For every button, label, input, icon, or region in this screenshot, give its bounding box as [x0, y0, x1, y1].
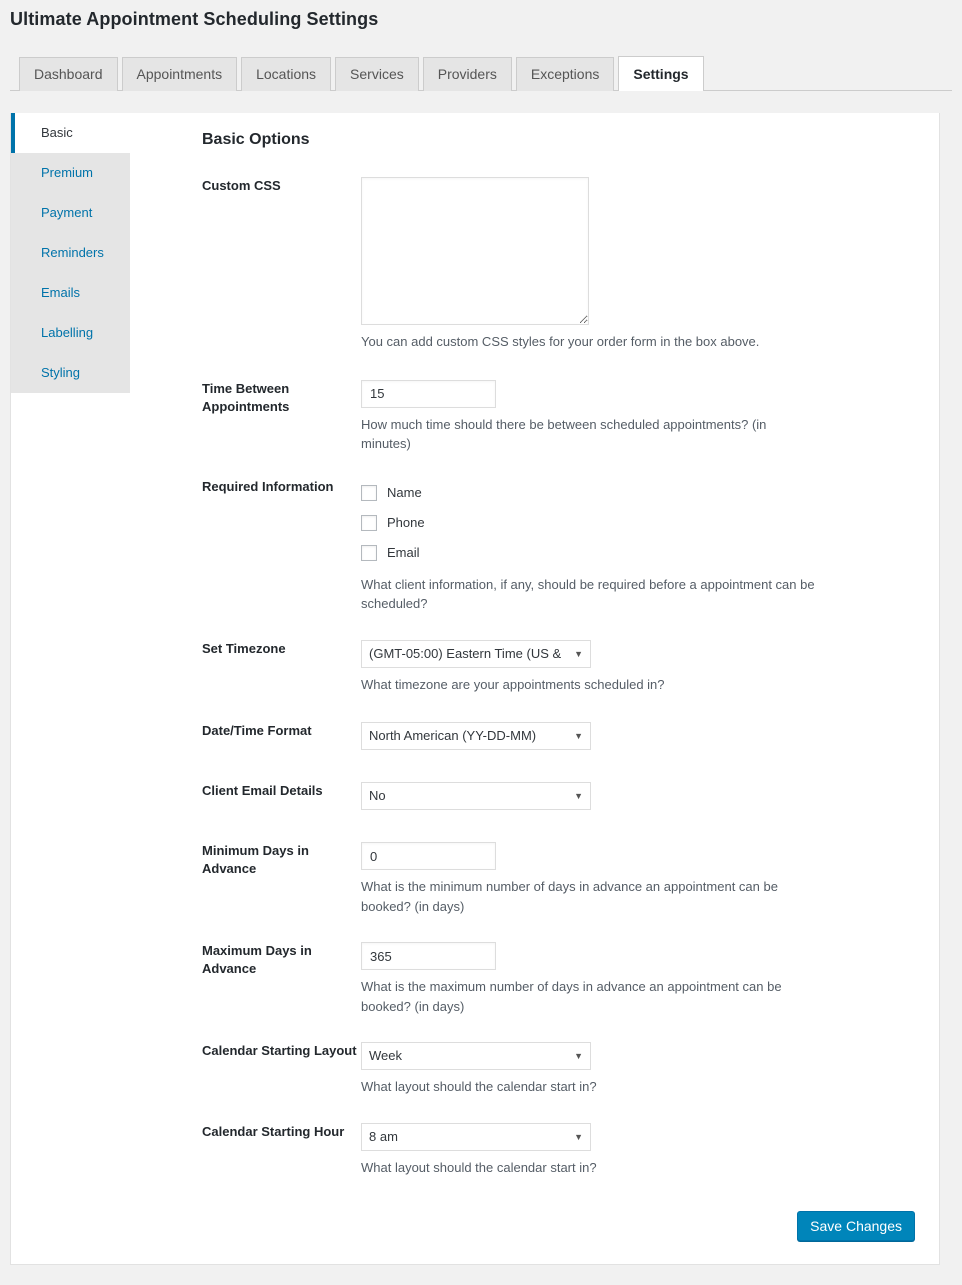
label-time-between: Time Between Appointments — [202, 380, 290, 414]
checkbox-row-name[interactable]: Name — [361, 478, 909, 508]
label-calendar-hour: Calendar Starting Hour — [202, 1123, 345, 1139]
save-changes-button[interactable]: Save Changes — [797, 1211, 915, 1241]
calendar-hour-value: 8 am — [369, 1128, 398, 1144]
checkbox-name[interactable] — [361, 484, 377, 501]
field-row-custom-css: Custom CSS You can add custom CSS styles… — [131, 177, 939, 352]
minimum-days-input[interactable] — [361, 842, 496, 870]
tab-settings[interactable]: Settings — [618, 56, 704, 91]
field-row-client-email-details: Client Email Details No ▼ — [131, 782, 939, 810]
field-row-set-timezone: Set Timezone (GMT-05:00) Eastern Time (U… — [131, 639, 939, 695]
basic-options-form: Custom CSS You can add custom CSS styles… — [131, 173, 939, 1177]
desc-calendar-hour: What layout should the calendar start in… — [361, 1159, 597, 1175]
checkbox-label-email: Email — [387, 545, 420, 560]
chevron-down-icon: ▼ — [574, 1051, 583, 1061]
field-row-calendar-layout: Calendar Starting Layout Week ▼ What lay… — [131, 1042, 939, 1097]
label-maximum-days: Maximum Days in Advance — [202, 943, 312, 977]
tab-providers[interactable]: Providers — [422, 57, 512, 91]
chevron-down-icon: ▼ — [574, 648, 583, 659]
desc-time-between: How much time should there be between sc… — [361, 416, 767, 452]
tab-locations[interactable]: Locations — [241, 57, 332, 91]
chevron-down-icon: ▼ — [574, 791, 583, 801]
field-row-maximum-days: Maximum Days in Advance What is the maxi… — [131, 942, 939, 1016]
sidebar-item-emails[interactable]: Emails — [11, 273, 130, 313]
checkbox-email[interactable] — [361, 544, 377, 561]
calendar-hour-select[interactable]: 8 am ▼ — [361, 1122, 591, 1151]
checkbox-phone[interactable] — [361, 514, 377, 531]
section-title: Basic Options — [202, 131, 310, 148]
client-email-details-select[interactable]: No ▼ — [361, 782, 591, 810]
chevron-down-icon: ▼ — [574, 1131, 583, 1142]
label-required-information: Required Information — [202, 478, 334, 494]
settings-sidebar: Basic Premium Payment Reminders Emails L… — [11, 113, 130, 393]
sidebar-item-styling[interactable]: Styling — [11, 353, 130, 393]
tab-services[interactable]: Services — [335, 57, 419, 91]
checkbox-row-email[interactable]: Email — [361, 538, 909, 568]
desc-minimum-days: What is the minimum number of days in ad… — [361, 879, 778, 914]
save-button-container: Save Changes — [797, 1211, 915, 1241]
sidebar-item-payment[interactable]: Payment — [11, 193, 130, 233]
date-time-format-value: North American (YY-DD-MM) — [369, 728, 537, 743]
field-row-calendar-hour: Calendar Starting Hour 8 am ▼ What layou… — [131, 1122, 939, 1178]
field-row-minimum-days: Minimum Days in Advance What is the mini… — [131, 842, 939, 916]
set-timezone-value: (GMT-05:00) Eastern Time (US & — [369, 645, 562, 661]
calendar-layout-select[interactable]: Week ▼ — [361, 1042, 591, 1070]
sidebar-item-basic[interactable]: Basic — [11, 113, 130, 153]
desc-calendar-layout: What layout should the calendar start in… — [361, 1079, 597, 1094]
chevron-down-icon: ▼ — [574, 731, 583, 741]
desc-custom-css: You can add custom CSS styles for your o… — [361, 334, 760, 349]
settings-panel: Basic Premium Payment Reminders Emails L… — [10, 113, 940, 1265]
label-calendar-layout: Calendar Starting Layout — [202, 1043, 357, 1058]
tab-bar: Dashboard Appointments Locations Service… — [10, 56, 952, 91]
sidebar-item-reminders[interactable]: Reminders — [11, 233, 130, 273]
tab-appointments[interactable]: Appointments — [121, 57, 238, 91]
date-time-format-select[interactable]: North American (YY-DD-MM) ▼ — [361, 722, 591, 750]
field-row-time-between: Time Between Appointments How much time … — [131, 379, 939, 454]
tab-exceptions[interactable]: Exceptions — [515, 57, 615, 91]
maximum-days-input[interactable] — [361, 942, 496, 970]
desc-required-information: What client information, if any, should … — [361, 576, 815, 612]
client-email-details-value: No — [369, 788, 386, 803]
label-custom-css: Custom CSS — [202, 178, 281, 193]
field-row-required-information: Required Information Name Phone Email Wh — [131, 478, 939, 614]
time-between-input[interactable] — [361, 379, 496, 408]
desc-set-timezone: What timezone are your appointments sche… — [361, 676, 665, 692]
checkbox-label-name: Name — [387, 485, 422, 500]
checkbox-row-phone[interactable]: Phone — [361, 508, 909, 538]
sidebar-item-labelling[interactable]: Labelling — [11, 313, 130, 353]
desc-maximum-days: What is the maximum number of days in ad… — [361, 979, 782, 1014]
label-set-timezone: Set Timezone — [202, 640, 286, 656]
settings-content: Basic Options Custom CSS You can add cus… — [131, 113, 939, 1264]
tab-dashboard[interactable]: Dashboard — [19, 57, 118, 91]
label-minimum-days: Minimum Days in Advance — [202, 843, 309, 877]
calendar-layout-value: Week — [369, 1048, 402, 1063]
custom-css-textarea[interactable] — [361, 177, 589, 325]
checkbox-label-phone: Phone — [387, 515, 425, 530]
field-row-date-time-format: Date/Time Format North American (YY-DD-M… — [131, 722, 939, 750]
sidebar-item-premium[interactable]: Premium — [11, 153, 130, 193]
label-client-email-details: Client Email Details — [202, 783, 323, 798]
set-timezone-select[interactable]: (GMT-05:00) Eastern Time (US & ▼ — [361, 639, 591, 668]
label-date-time-format: Date/Time Format — [202, 723, 312, 738]
page-title: Ultimate Appointment Scheduling Settings — [10, 9, 379, 29]
